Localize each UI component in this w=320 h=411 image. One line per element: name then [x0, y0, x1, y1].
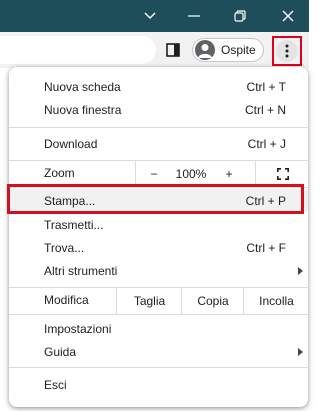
- avatar-icon: [195, 40, 215, 60]
- profile-label: Ospite: [221, 43, 256, 57]
- copy-label: Copia: [197, 294, 229, 308]
- fullscreen-icon: [276, 168, 289, 180]
- zoom-plus-label: +: [225, 167, 233, 181]
- menu-item-new-tab[interactable]: Nuova scheda Ctrl + T: [9, 75, 308, 98]
- cut-button[interactable]: Taglia: [116, 288, 182, 314]
- menu-item-shortcut: Ctrl + N: [244, 102, 286, 117]
- menu-item-label: Trova...: [44, 240, 85, 255]
- menu-item-shortcut: Ctrl + F: [246, 240, 286, 255]
- menu-item-help[interactable]: Guida: [9, 340, 308, 363]
- menu-item-more-tools[interactable]: Altri strumenti: [9, 259, 308, 282]
- paste-label: Incolla: [259, 294, 294, 308]
- edit-label: Modifica: [44, 293, 89, 307]
- menu-item-shortcut: Ctrl + J: [247, 136, 286, 151]
- menu-item-label: Esci: [44, 377, 67, 392]
- profile-button[interactable]: Ospite: [192, 38, 264, 62]
- menu-item-new-window[interactable]: Nuova finestra Ctrl + N: [9, 98, 308, 121]
- menu-row-edit: Modifica Taglia Copia Incolla: [9, 288, 308, 314]
- menu-item-label: Impostazioni: [44, 321, 112, 336]
- side-panel-icon[interactable]: [164, 41, 182, 59]
- menu-item-find[interactable]: Trova... Ctrl + F: [9, 236, 308, 259]
- zoom-label: Zoom: [44, 166, 75, 180]
- menu-button-highlight: [272, 36, 302, 66]
- menu-separator: [9, 367, 308, 368]
- chrome-menu: Nuova scheda Ctrl + T Nuova finestra Ctr…: [7, 67, 308, 407]
- menu-item-cast[interactable]: Trasmetti...: [9, 213, 308, 236]
- three-dots-icon: [285, 44, 289, 58]
- menu-item-label: Altri strumenti: [44, 263, 118, 278]
- tab-search-chevron-icon[interactable]: [130, 0, 170, 32]
- toolbar: Ospite: [0, 32, 309, 68]
- menu-item-shortcut: Ctrl + T: [246, 79, 286, 94]
- title-bar: [0, 0, 309, 32]
- menu-item-label: Guida: [44, 344, 77, 359]
- menu-item-exit[interactable]: Esci: [9, 373, 308, 396]
- menu-separator: [9, 127, 308, 128]
- menu-item-label: Nuova scheda: [44, 79, 121, 94]
- submenu-arrow-icon: [298, 347, 303, 356]
- menu-item-settings[interactable]: Impostazioni: [9, 317, 308, 340]
- restore-icon[interactable]: [220, 0, 260, 32]
- submenu-arrow-icon: [298, 266, 303, 275]
- menu-item-label: Trasmetti...: [44, 217, 104, 232]
- minimize-icon[interactable]: [174, 0, 214, 32]
- close-icon[interactable]: [268, 0, 308, 32]
- print-highlight-box: [7, 184, 304, 214]
- menu-separator: [9, 314, 308, 315]
- address-bar[interactable]: [0, 36, 156, 64]
- cut-label: Taglia: [133, 294, 166, 308]
- zoom-value: 100%: [175, 167, 207, 181]
- paste-button[interactable]: Incolla: [243, 288, 309, 314]
- more-menu-button[interactable]: [276, 40, 298, 62]
- menu-item-label: Nuova finestra: [44, 102, 122, 117]
- copy-button[interactable]: Copia: [181, 288, 244, 314]
- menu-item-download[interactable]: Download Ctrl + J: [9, 132, 308, 155]
- zoom-minus-label: −: [150, 167, 158, 181]
- menu-item-label: Download: [44, 136, 98, 151]
